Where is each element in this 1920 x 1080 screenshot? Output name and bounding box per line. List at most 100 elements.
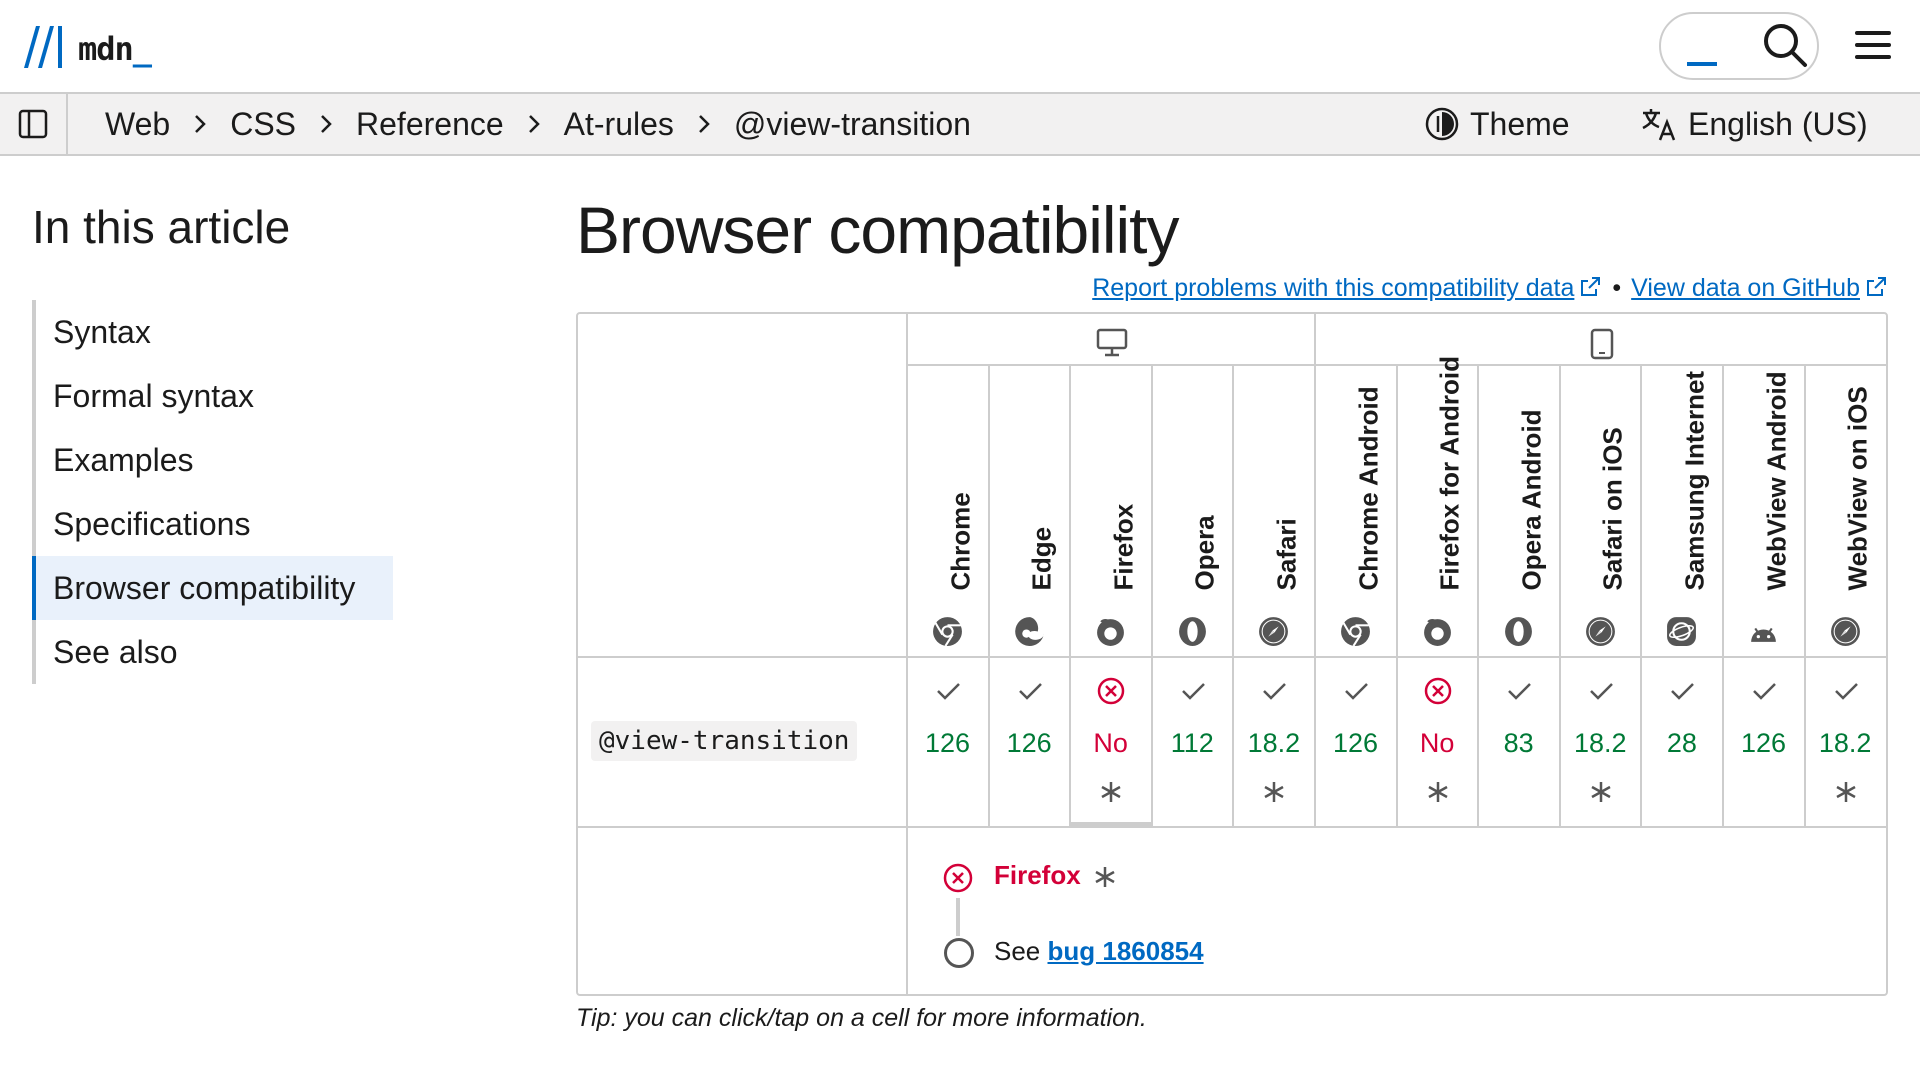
support-version: 126 <box>924 728 971 758</box>
breadcrumb-web[interactable]: Web <box>105 106 170 143</box>
timeline-connector <box>956 898 960 936</box>
firefox-icon <box>1097 618 1125 646</box>
chevron-right-icon <box>699 115 710 133</box>
translate-icon <box>1642 109 1676 141</box>
bug-link[interactable]: bug 1860854 <box>1048 936 1204 966</box>
support-cell-chrome[interactable]: 126 <box>907 658 988 826</box>
support-version: 126 <box>1740 728 1787 758</box>
firefox-icon <box>1423 618 1451 646</box>
breadcrumb-view-transition[interactable]: @view-transition <box>734 106 971 143</box>
sidebar-toggle-button[interactable] <box>0 94 68 154</box>
hamburger-menu-icon[interactable] <box>1853 28 1893 62</box>
toc-item-see-also[interactable]: See also <box>36 620 392 684</box>
support-cell-webview-android[interactable]: 126 <box>1723 658 1804 826</box>
unsupported-x-icon <box>1097 677 1125 705</box>
search-cursor <box>1687 62 1717 66</box>
divider <box>1640 366 1643 826</box>
chevron-right-icon <box>321 115 332 133</box>
check-icon <box>937 683 960 700</box>
support-cell-chrome-android[interactable]: 126 <box>1315 658 1396 826</box>
support-version: 18.2 <box>1574 728 1627 758</box>
browser-header-opera-android: Opera Android <box>1478 366 1559 658</box>
support-cell-edge[interactable]: 126 <box>989 658 1070 826</box>
divider <box>987 366 990 826</box>
search-icon[interactable] <box>1762 22 1808 68</box>
compat-table: Chrome Edge Firefox Opera Safari Chrome Andro… <box>576 312 1888 996</box>
breadcrumb-at-rules[interactable]: At-rules <box>564 106 674 143</box>
support-cell-safari-on-ios[interactable]: 18.2 <box>1560 658 1641 826</box>
opera-icon <box>1178 617 1206 646</box>
support-version: 18.2 <box>1247 728 1301 758</box>
support-cell-firefox[interactable]: No <box>1070 658 1152 826</box>
toc-item-browser-compatibility[interactable]: Browser compatibility <box>32 556 393 620</box>
breadcrumb-reference[interactable]: Reference <box>356 106 504 143</box>
toc-item-specifications[interactable]: Specifications <box>36 492 392 556</box>
mdn-logo[interactable]: mdn_ <box>22 20 152 70</box>
report-problems-link[interactable]: Report problems with this compatibility … <box>1092 274 1602 303</box>
android-icon <box>1751 627 1776 642</box>
browser-header-edge: Edge <box>989 366 1070 658</box>
support-version: No <box>1419 728 1455 758</box>
opera-icon <box>1505 617 1533 646</box>
language-switcher[interactable]: English (US) <box>1640 94 1868 154</box>
detail-note: See bug 1860854 <box>994 936 1204 966</box>
top-header: mdn_ <box>0 0 1920 94</box>
check-icon <box>1018 683 1042 700</box>
footnote-asterisk-icon <box>1101 782 1121 802</box>
breadcrumb-bar: Web CSS Reference At-rules @view-transit… <box>0 94 1920 156</box>
chrome-icon <box>1341 617 1370 647</box>
support-cell-samsung-internet[interactable]: 28 <box>1641 658 1722 826</box>
divider <box>1395 366 1398 826</box>
feature-name[interactable]: @view-transition <box>591 721 858 761</box>
breadcrumb: Web CSS Reference At-rules @view-transit… <box>105 94 971 154</box>
support-cell-opera[interactable]: 112 <box>1152 658 1233 826</box>
edge-icon <box>1014 617 1044 646</box>
support-version: 28 <box>1666 728 1697 758</box>
support-version: 112 <box>1170 728 1214 758</box>
support-version: 126 <box>1332 728 1379 758</box>
safari-icon <box>1585 617 1615 646</box>
mdn-logo-icon <box>24 26 62 68</box>
check-icon <box>1753 683 1776 700</box>
support-cell-opera-android[interactable]: 83 <box>1478 658 1559 826</box>
browser-header-chrome-android: Chrome Android <box>1315 366 1396 658</box>
unsupported-x-icon <box>1424 677 1451 705</box>
divider <box>1232 366 1235 826</box>
check-icon <box>1345 683 1368 700</box>
detail-browser-name: Firefox <box>994 860 1081 890</box>
external-link-icon <box>1867 277 1886 296</box>
safari-icon <box>1830 617 1860 646</box>
theme-button[interactable]: Theme <box>1424 94 1570 154</box>
samsung-internet-icon <box>1667 617 1697 646</box>
footnote-asterisk-icon <box>1835 782 1856 802</box>
view-on-github-link[interactable]: View data on GitHub <box>1631 274 1888 303</box>
breadcrumb-css[interactable]: CSS <box>230 106 296 143</box>
browser-header-firefox-for-android: Firefox for Android <box>1397 356 1478 658</box>
check-icon <box>1181 683 1205 700</box>
theme-label: Theme <box>1470 105 1570 142</box>
check-icon <box>1508 683 1532 700</box>
support-cell-safari[interactable]: 18.2 <box>1233 658 1314 826</box>
browser-header-webview-android: WebView Android <box>1723 366 1804 658</box>
divider <box>1803 366 1806 826</box>
toc-item-examples[interactable]: Examples <box>36 428 392 492</box>
theme-icon <box>1425 107 1459 141</box>
divider <box>1477 366 1480 826</box>
support-cell-firefox-for-android[interactable]: No <box>1397 658 1478 826</box>
support-cell-webview-on-ios[interactable]: 18.2 <box>1805 658 1886 826</box>
support-version: 18.2 <box>1818 728 1872 758</box>
logo-text: mdn_ <box>78 30 152 68</box>
page-title: Browser compatibility <box>576 193 1180 267</box>
safari-icon <box>1259 617 1289 646</box>
note-circle-icon <box>944 938 974 968</box>
external-link-icon <box>1581 277 1601 296</box>
check-icon <box>1263 683 1287 700</box>
toc-item-syntax[interactable]: Syntax <box>36 300 392 364</box>
mobile-icon <box>1590 328 1614 360</box>
separator-bullet: • <box>1612 274 1622 302</box>
toc-item-formal-syntax[interactable]: Formal syntax <box>36 364 392 428</box>
footnote-asterisk-icon <box>1264 782 1284 802</box>
chevron-right-icon <box>528 115 540 133</box>
check-icon <box>1589 683 1613 700</box>
browser-header-samsung-internet: Samsung Internet <box>1641 366 1722 658</box>
